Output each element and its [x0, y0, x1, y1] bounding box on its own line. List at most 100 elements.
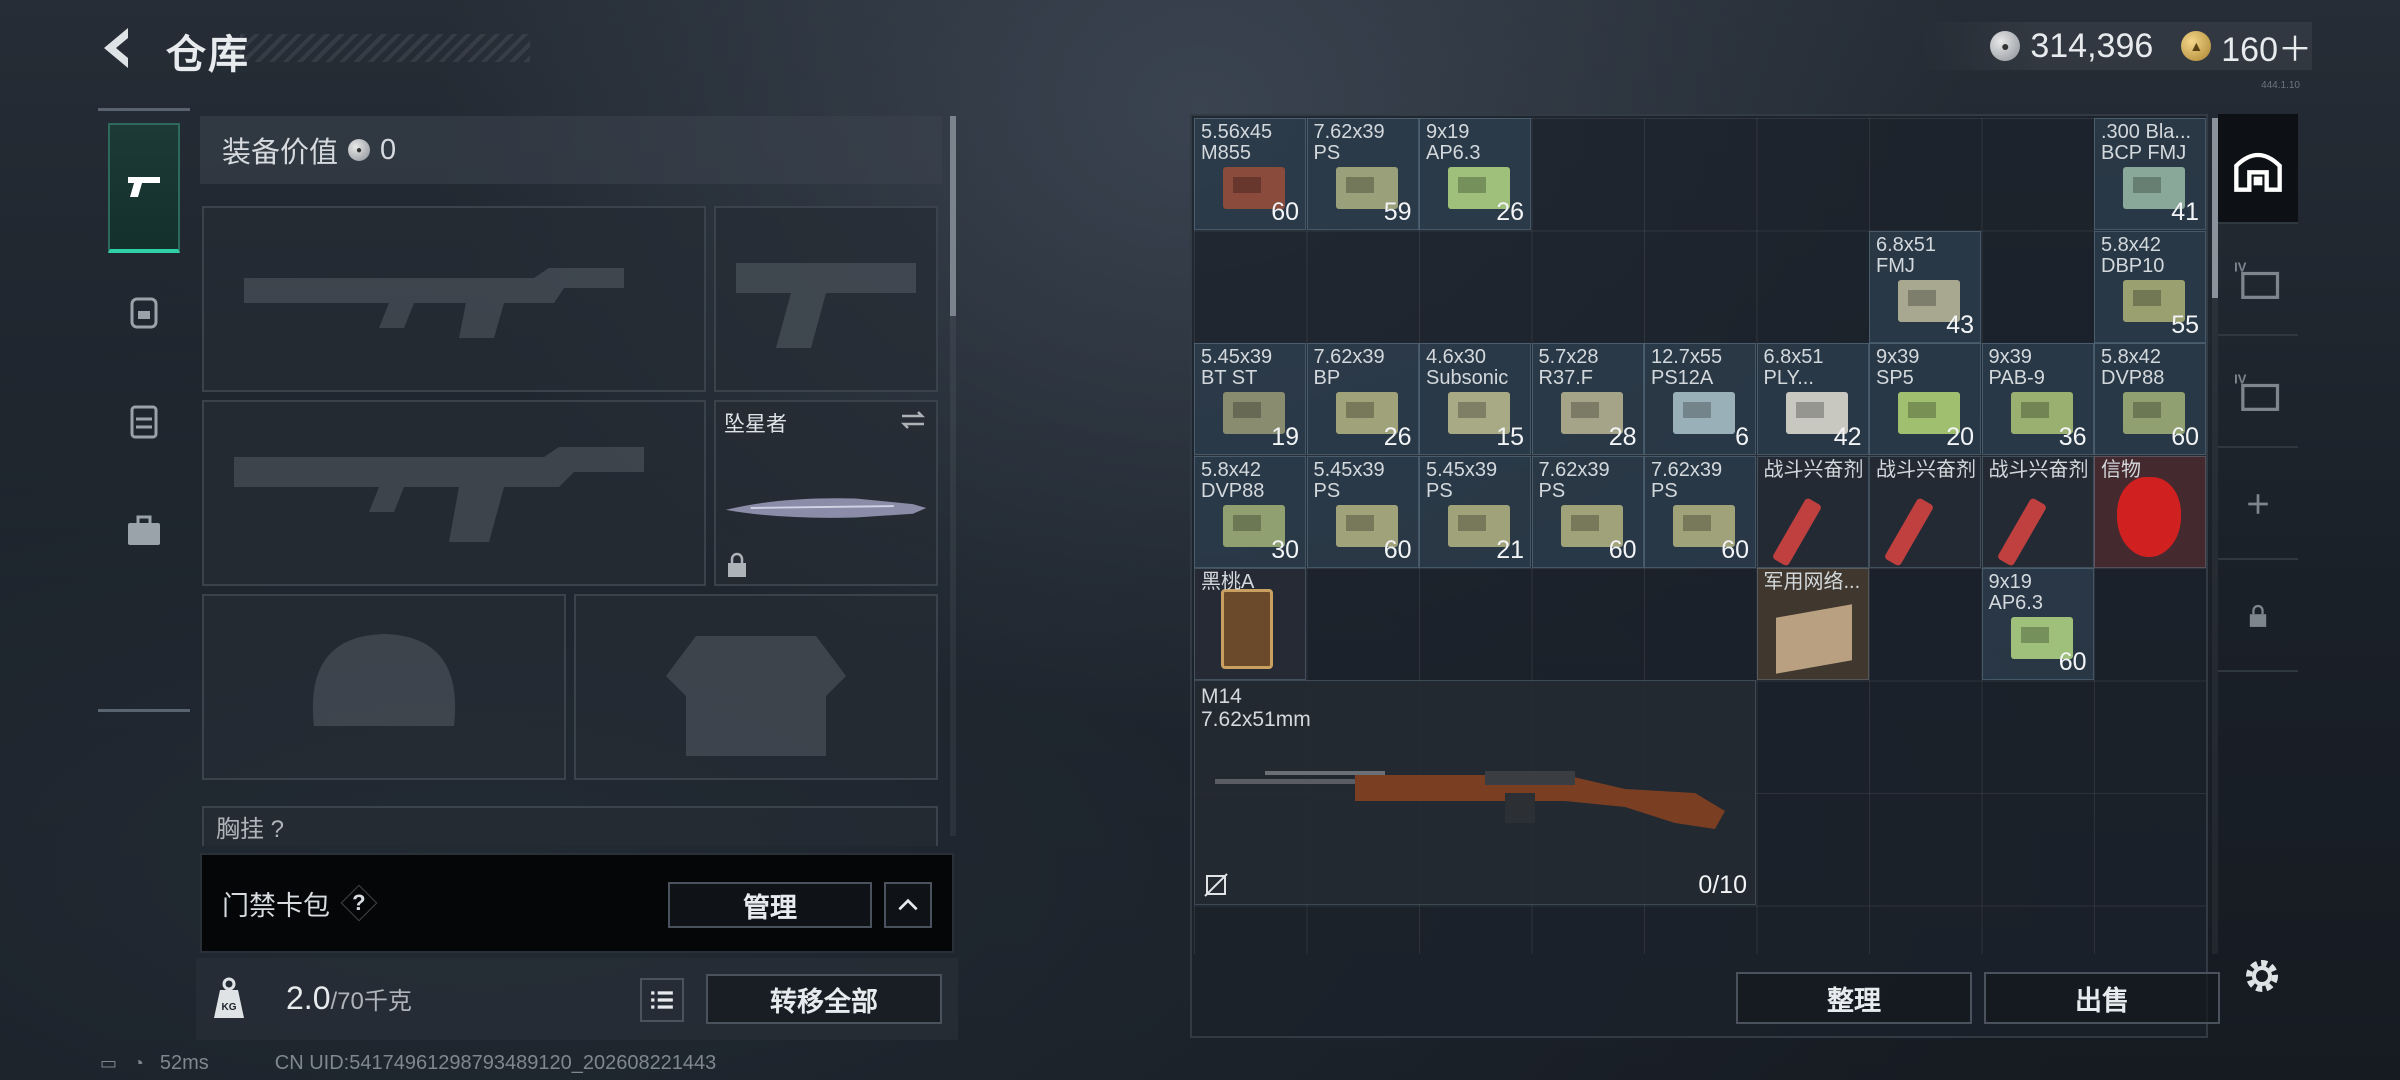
sidearm-slot[interactable]	[714, 206, 938, 392]
red-mask-icon	[2117, 476, 2181, 557]
item-name: 战斗兴奋剂	[1763, 458, 1864, 481]
stash-item[interactable]: 7.62x39 PS 59	[1306, 118, 1419, 230]
silver-coin-icon: ●	[348, 139, 371, 161]
stash-item[interactable]: 7.62x39 PS 60	[1644, 455, 1756, 568]
list-view-button[interactable]	[640, 978, 684, 1022]
m14-rifle-item[interactable]: M14 7.62x51mm 0/10	[1194, 680, 1756, 905]
keycard-label: 门禁卡包	[222, 890, 330, 921]
settings-gear-icon[interactable]	[2240, 954, 2284, 998]
stash-tab-iv-2[interactable]: IV	[2218, 338, 2298, 448]
no-attachment-icon	[1204, 873, 1228, 897]
weight-value: 2.0/70千克	[286, 980, 412, 1017]
item-quantity: 20	[1946, 423, 1974, 451]
help-icon[interactable]: ?	[340, 884, 378, 922]
stash-item[interactable]: 战斗兴奋剂	[1981, 455, 2094, 568]
item-name: 6.8x51 FMJ	[1876, 233, 1937, 277]
stash-tab-add[interactable]	[2218, 450, 2298, 560]
item-name: 9x39 SP5	[1876, 346, 1920, 389]
stash-item[interactable]: 12.7x55 PS12A 6	[1644, 343, 1756, 455]
stash-item[interactable]: 5.45x39 PS 21	[1419, 455, 1531, 568]
tab-vest[interactable]	[108, 371, 180, 471]
silver-amount: 314,396	[2030, 26, 2154, 65]
item-name: 4.6x30 Subsonic	[1426, 346, 1509, 389]
weight-max: /70千克	[330, 988, 412, 1015]
item-name: 5.45x39 PS	[1313, 458, 1385, 502]
item-name: 5.7x28 R37.F	[1538, 346, 1599, 389]
item-name: 6.8x51 PLY...	[1763, 346, 1824, 389]
rifle-silhouette-icon	[244, 268, 624, 338]
manage-button[interactable]: 管理	[668, 882, 872, 928]
rifle-silhouette-icon	[234, 447, 644, 542]
equipment-value-label: 装备价值	[222, 137, 339, 169]
stash-item[interactable]: 5.45x39 PS 60	[1306, 455, 1419, 568]
item-name: 5.8x42 DVP88	[2101, 346, 2165, 389]
item-name: 9x19 AP6.3	[1426, 121, 1481, 164]
item-quantity: 60	[1383, 535, 1412, 564]
ammo-box-icon	[1673, 392, 1735, 434]
stash-item[interactable]: 9x19 AP6.3 60	[1981, 568, 2094, 680]
stash-item[interactable]: 军用网络...	[1756, 568, 1869, 680]
item-name: 7.62x39 PS	[1651, 458, 1723, 502]
gold-amount[interactable]: 160＋	[2221, 22, 2312, 71]
stash-item[interactable]: 7.62x39 BP 26	[1306, 343, 1419, 455]
stash-tab-iv-1[interactable]: IV	[2218, 226, 2298, 336]
item-name: 5.8x42 DVP88	[1201, 458, 1265, 502]
stash-item[interactable]: 5.45x39 BT ST 19	[1194, 343, 1306, 455]
item-name: 军用网络...	[1763, 571, 1861, 593]
stash-item[interactable]: 9x39 SP5 20	[1869, 343, 1981, 455]
sell-button[interactable]: 出售	[1984, 972, 2220, 1024]
stash-item[interactable]: 9x19 AP6.3 26	[1419, 118, 1531, 230]
stash-item[interactable]: 9x39 PAB-9 36	[1981, 343, 2094, 455]
back-button[interactable]	[96, 22, 140, 74]
ace-card-icon	[1221, 589, 1273, 669]
tab-weapons[interactable]	[108, 123, 180, 253]
stash-item[interactable]: 信物	[2094, 455, 2206, 568]
stash-item[interactable]: 5.8x42 DVP88 60	[2094, 343, 2206, 455]
item-name: 战斗兴奋剂	[1988, 458, 2089, 481]
tab-backpack[interactable]	[108, 261, 180, 361]
stash-item[interactable]: 5.56x45 M855 60	[1194, 118, 1306, 230]
stash-item[interactable]: 黑桃A	[1194, 568, 1306, 680]
stash-item[interactable]: 5.8x42 DBP10 55	[2094, 230, 2206, 343]
pistol-silhouette-icon	[736, 263, 916, 348]
armor-slot[interactable]	[574, 594, 938, 780]
swap-icon[interactable]	[898, 410, 928, 430]
helmet-slot[interactable]	[202, 594, 566, 780]
sort-button[interactable]: 整理	[1736, 972, 1972, 1024]
loadout-scrollbar[interactable]	[950, 116, 956, 836]
title-stripe	[240, 34, 530, 62]
melee-slot[interactable]: 坠星者	[714, 400, 938, 586]
item-quantity: 6	[1735, 423, 1749, 451]
currency-bar: ● 314,396 ▲ 160＋	[1920, 22, 2312, 70]
item-name: 战斗兴奋剂	[1876, 458, 1976, 481]
primary-weapon-slot[interactable]	[202, 206, 706, 392]
armor-silhouette-icon	[666, 636, 846, 756]
battery-icon: ▭	[100, 1053, 118, 1073]
stash-item[interactable]: 5.8x42 DVP88 30	[1194, 455, 1306, 568]
backpack-icon	[130, 297, 158, 329]
item-quantity: 15	[1496, 423, 1524, 451]
item-name: 7.62x39 BP	[1313, 346, 1385, 389]
uid-text: CN UID:5417496129879348912​0_20260822144…	[274, 1052, 717, 1074]
stash-item[interactable]: 6.8x51 FMJ 43	[1869, 230, 1981, 343]
stash-item[interactable]: 战斗兴奋剂	[1756, 455, 1869, 568]
collapse-button[interactable]	[884, 882, 932, 928]
stash-item[interactable]: .300 Bla... BCP FMJ 41	[2094, 118, 2206, 230]
stash-tab-locked[interactable]	[2218, 562, 2298, 672]
list-icon	[651, 991, 673, 1009]
weight-current: 2.0	[286, 980, 331, 1016]
stash-tab-main[interactable]	[2218, 114, 2298, 224]
stash-item[interactable]: 4.6x30 Subsonic 15	[1419, 343, 1531, 455]
chest-rig-slot[interactable]	[202, 806, 938, 846]
transfer-all-button[interactable]: 转移全部	[706, 974, 942, 1024]
stash-item[interactable]: 5.7x28 R37.F 28	[1531, 343, 1644, 455]
help-glyph: ?	[352, 889, 366, 915]
stash-item[interactable]: 7.62x39 PS 60	[1531, 455, 1644, 568]
stash-item[interactable]: 战斗兴奋剂	[1869, 455, 1981, 568]
version-text: 444.1.10	[2261, 80, 2300, 91]
stash-item[interactable]: 6.8x51 PLY... 42	[1756, 343, 1869, 455]
item-quantity: 36	[2058, 423, 2087, 451]
tab-case[interactable]	[108, 481, 180, 581]
secondary-weapon-slot[interactable]	[202, 400, 706, 586]
item-quantity: 41	[2171, 198, 2199, 226]
